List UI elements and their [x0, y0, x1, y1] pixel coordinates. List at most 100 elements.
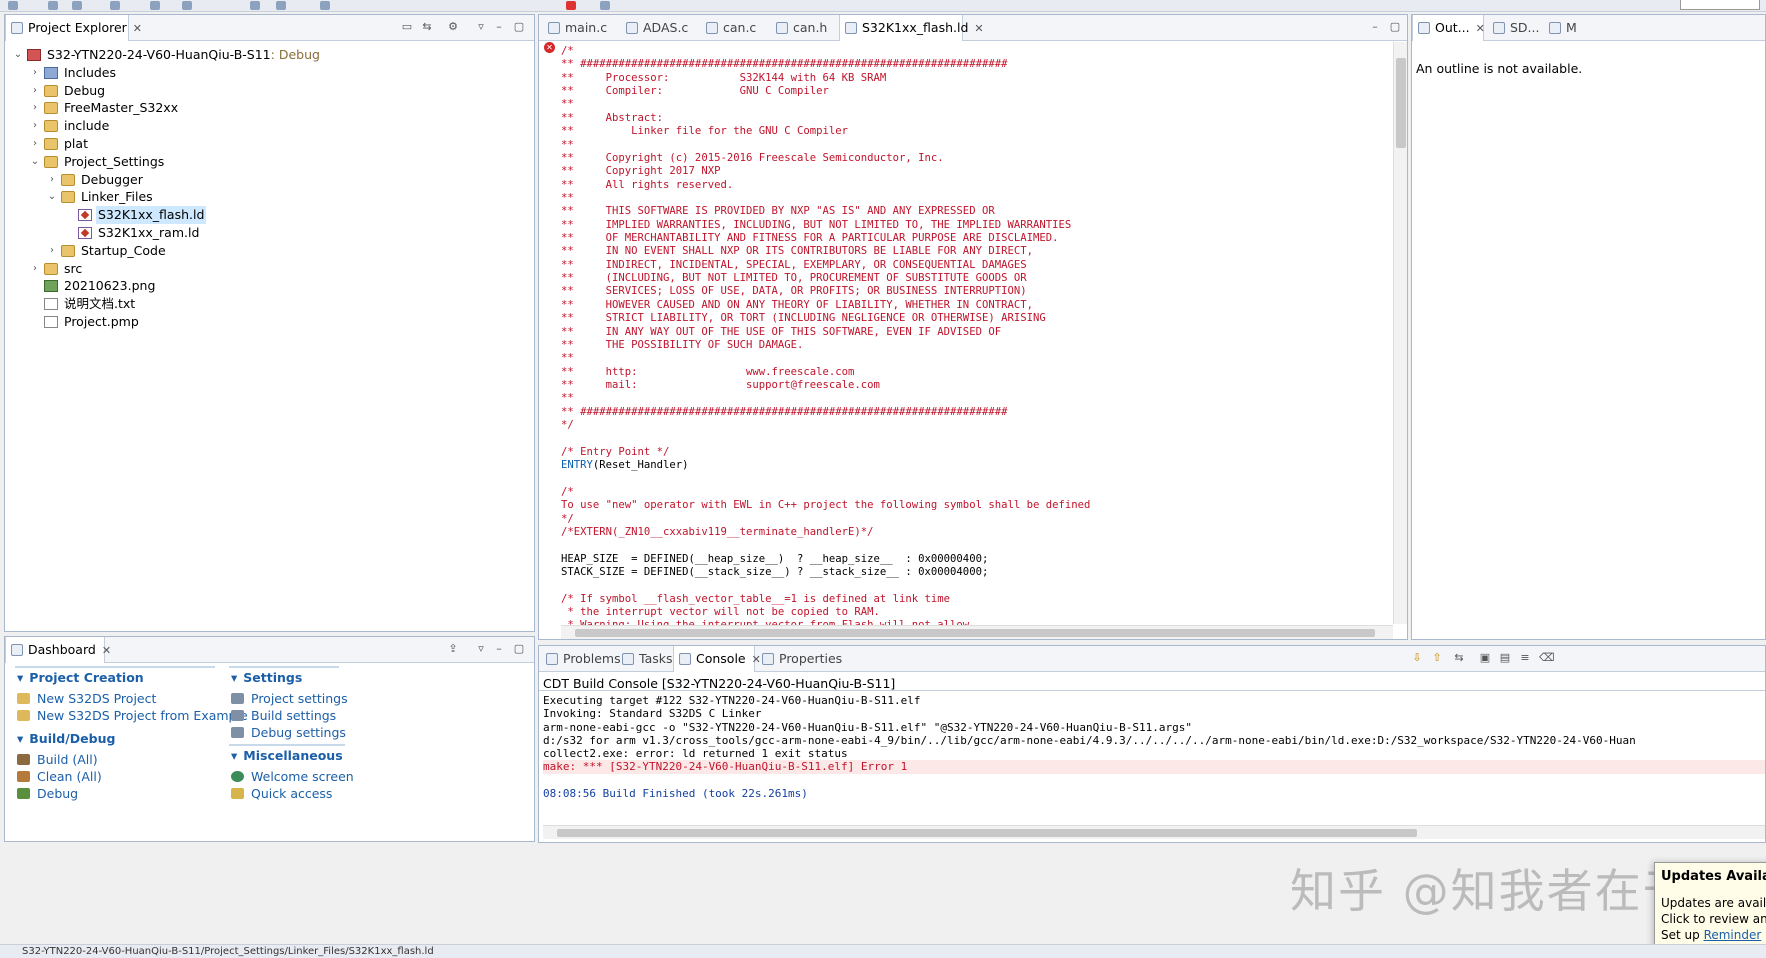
tree-item[interactable]: › plat — [5, 135, 525, 153]
project-settings-link[interactable]: Project settings — [231, 690, 348, 707]
maximize-icon[interactable]: ▢ — [513, 643, 525, 655]
previous-icon[interactable]: ⇧ — [1431, 652, 1443, 664]
tab-outline[interactable]: SD... — [1488, 15, 1540, 41]
section-settings[interactable]: Settings — [231, 669, 302, 687]
minimize-icon[interactable]: – — [493, 21, 505, 33]
chevron-right-icon[interactable]: › — [47, 171, 57, 189]
clear-console-icon[interactable]: ≡ — [1519, 652, 1531, 664]
tab-console-view[interactable]: Properties — [757, 646, 842, 672]
chevron-right-icon[interactable]: › — [30, 135, 40, 153]
tab-project-explorer[interactable]: Project Explorer ✕ — [5, 15, 142, 41]
debug-link[interactable]: Debug — [17, 785, 78, 802]
remove-console-icon[interactable]: ⌫ — [1539, 652, 1555, 664]
tree-item[interactable]: S32K1xx_ram.ld — [5, 224, 525, 242]
new-project-from-example-link[interactable]: New S32DS Project from Example — [17, 707, 248, 724]
scroll-thumb[interactable] — [1396, 58, 1406, 148]
run-icon[interactable] — [182, 1, 192, 10]
pin-console-icon[interactable]: ▣ — [1479, 652, 1491, 664]
tools-icon[interactable] — [276, 1, 286, 10]
code-text[interactable]: /* ** ###################################… — [561, 45, 1090, 633]
close-icon[interactable]: ✕ — [102, 644, 111, 657]
chevron-down-icon[interactable]: ⌄ — [30, 153, 40, 171]
tree-item[interactable]: ⌄ Linker_Files — [5, 188, 525, 206]
maximize-icon[interactable]: ▢ — [1389, 21, 1401, 33]
tab-outline[interactable]: M — [1544, 15, 1577, 41]
close-icon[interactable]: ✕ — [1476, 22, 1485, 35]
clean-all-link[interactable]: Clean (All) — [17, 768, 102, 785]
section-miscellaneous[interactable]: Miscellaneous — [231, 747, 342, 765]
search-icon[interactable] — [250, 1, 260, 10]
close-icon[interactable]: ✕ — [133, 22, 142, 35]
chevron-down-icon[interactable]: ⌄ — [13, 46, 23, 64]
display-console-icon[interactable]: ▤ — [1499, 652, 1511, 664]
maximize-icon[interactable]: ▢ — [513, 21, 525, 33]
chevron-right-icon[interactable]: › — [30, 99, 40, 117]
editor-horizontal-scrollbar[interactable] — [561, 625, 1393, 639]
console-horizontal-scrollbar[interactable] — [543, 825, 1765, 839]
view-menu-icon[interactable]: ▿ — [475, 21, 487, 33]
chevron-right-icon[interactable]: › — [30, 64, 40, 82]
new-icon[interactable] — [8, 1, 18, 10]
navigate-icon[interactable] — [600, 1, 610, 10]
tree-item[interactable]: 20210623.png — [5, 277, 525, 295]
console-output[interactable]: Executing target #122 S32-YTN220-24-V60-… — [543, 694, 1765, 800]
chevron-right-icon[interactable]: › — [30, 117, 40, 135]
tree-item[interactable]: › src — [5, 260, 525, 278]
tree-item[interactable]: › Startup_Code — [5, 242, 525, 260]
chevron-right-icon[interactable]: › — [30, 82, 40, 100]
quick-access-input[interactable] — [1680, 0, 1760, 10]
section-build-debug[interactable]: Build/Debug — [17, 730, 115, 748]
quick-access-link[interactable]: Quick access — [231, 785, 332, 802]
tree-item[interactable]: ⌄ Project_Settings — [5, 153, 525, 171]
scroll-thumb[interactable] — [575, 629, 1375, 637]
save-icon[interactable] — [48, 1, 58, 10]
tab-editor-file[interactable]: can.c — [701, 15, 767, 41]
minimize-icon[interactable]: – — [493, 643, 505, 655]
debug-settings-link[interactable]: Debug settings — [231, 724, 346, 741]
debug-icon[interactable] — [150, 1, 160, 10]
external-tools-icon[interactable] — [320, 1, 330, 10]
next-icon[interactable]: ⇩ — [1411, 652, 1423, 664]
tree-item[interactable]: › Debug — [5, 82, 525, 100]
tree-item[interactable]: › Includes — [5, 64, 525, 82]
scroll-thumb[interactable] — [557, 829, 1417, 837]
build-all-link[interactable]: Build (All) — [17, 751, 98, 768]
collapse-all-icon[interactable]: ▭ — [401, 21, 413, 33]
tab-console-view[interactable]: Problems — [541, 646, 621, 672]
import-icon[interactable]: ⇪ — [447, 643, 459, 655]
chevron-right-icon[interactable]: › — [30, 260, 40, 278]
tab-console-view[interactable]: Tasks — [617, 646, 673, 672]
view-menu-icon[interactable]: ▿ — [475, 643, 487, 655]
scroll-lock-icon[interactable]: ⇆ — [1453, 652, 1465, 664]
error-marker-icon[interactable]: ✕ — [544, 42, 555, 53]
link-editor-icon[interactable]: ⇆ — [421, 21, 433, 33]
close-icon[interactable]: ✕ — [974, 22, 983, 35]
section-project-creation[interactable]: Project Creation — [17, 669, 143, 687]
chevron-right-icon[interactable]: › — [47, 242, 57, 260]
tab-editor-file[interactable]: can.h — [771, 15, 835, 41]
welcome-screen-link[interactable]: Welcome screen — [231, 768, 354, 785]
tab-editor-file[interactable]: ADAS.c — [621, 15, 697, 41]
tree-item[interactable]: Project.pmp — [5, 313, 525, 331]
build-icon[interactable] — [110, 1, 120, 10]
tab-dashboard[interactable]: Dashboard ✕ — [5, 637, 111, 663]
tab-outline[interactable]: Out... ✕ — [1412, 15, 1485, 41]
tree-item[interactable]: › Debugger — [5, 171, 525, 189]
stop-icon[interactable] — [566, 1, 576, 10]
tab-editor-file[interactable]: S32K1xx_flash.ld ✕ — [839, 15, 984, 41]
tree-item[interactable]: ⌄ S32-YTN220-24-V60-HuanQiu-B-S11: Debug — [5, 46, 525, 64]
editor-vertical-scrollbar[interactable] — [1393, 42, 1407, 624]
tab-editor-file[interactable]: main.c — [543, 15, 617, 41]
tree-item[interactable]: 说明文档.txt — [5, 295, 525, 313]
build-settings-link[interactable]: Build settings — [231, 707, 336, 724]
tab-console-view[interactable]: Console ✕ — [673, 646, 761, 672]
tree-item[interactable]: › FreeMaster_S32xx — [5, 99, 525, 117]
chevron-down-icon[interactable]: ⌄ — [47, 188, 57, 206]
tree-item[interactable]: S32K1xx_flash.ld — [5, 206, 525, 225]
reminder-link[interactable]: Reminder — [1704, 928, 1762, 942]
minimize-icon[interactable]: – — [1369, 21, 1381, 33]
tree-item[interactable]: › include — [5, 117, 525, 135]
filter-icon[interactable]: ⚙ — [447, 21, 459, 33]
save-all-icon[interactable] — [72, 1, 82, 10]
new-project-link[interactable]: New S32DS Project — [17, 690, 156, 707]
